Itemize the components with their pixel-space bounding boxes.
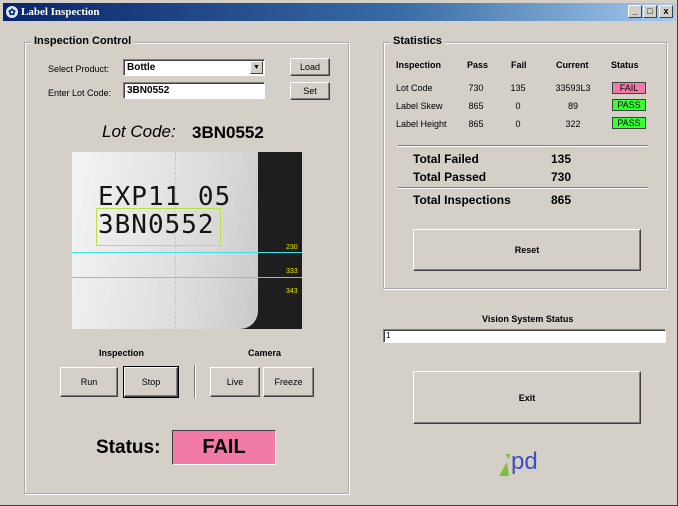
lot-code-display-value: 3BN0552 — [192, 123, 264, 142]
exit-button[interactable]: Exit — [413, 371, 641, 424]
lot-code-input-label: Enter Lot Code: — [48, 88, 112, 98]
divider — [398, 187, 648, 189]
stop-button[interactable]: Stop — [123, 366, 179, 398]
inspection-section-label: Inspection — [99, 348, 145, 358]
total-failed-label: Total Failed — [413, 152, 479, 166]
load-button[interactable]: Load — [290, 58, 330, 76]
stats-header-fail: Fail — [511, 60, 527, 70]
stats-row-current: 89 — [567, 101, 578, 111]
product-dropdown[interactable]: Bottle ▼ — [123, 59, 265, 76]
camera-section-label: Camera — [248, 348, 282, 358]
total-failed-value: 135 — [551, 152, 572, 166]
measure-line — [72, 277, 302, 278]
ipd-logo: pd — [497, 448, 557, 480]
separator — [194, 365, 196, 398]
ocr-roi-box — [96, 208, 221, 246]
status-label: Status: — [96, 437, 161, 458]
logo-text: pd — [511, 448, 538, 475]
vision-status-field: 1 — [383, 329, 666, 343]
status-badge: PASS — [612, 99, 646, 111]
product-dropdown-value: Bottle — [127, 62, 156, 73]
close-button[interactable]: x — [659, 5, 673, 18]
status-badge: FAIL — [612, 82, 646, 94]
camera-image: EXP11 05 3BN0552 230 333 343 — [72, 152, 302, 329]
stats-row-fail: 135 — [510, 83, 526, 93]
measure-value: 230 — [286, 244, 298, 251]
total-passed-value: 730 — [551, 170, 572, 184]
divider — [398, 145, 648, 147]
stats-row-fail: 0 — [515, 101, 521, 111]
total-passed-label: Total Passed — [413, 170, 487, 184]
lot-code-input[interactable]: 3BN0552 — [123, 82, 265, 99]
stats-header-status: Status — [611, 60, 639, 70]
stats-row-pass: 865 — [468, 119, 484, 129]
reset-button[interactable]: Reset — [413, 229, 641, 271]
vision-status-label: Vision System Status — [482, 314, 574, 324]
stats-header-current: Current — [556, 60, 589, 70]
stats-row-current: 322 — [565, 119, 581, 129]
title-bar: ✿ Label Inspection _ □ x — [3, 3, 676, 21]
measure-value: 343 — [286, 288, 298, 295]
lot-code-display-label: Lot Code: — [102, 122, 176, 141]
stats-row-current: 33593L3 — [555, 83, 591, 93]
stats-header-pass: Pass — [467, 60, 489, 70]
stats-header-inspection: Inspection — [396, 60, 442, 70]
total-inspections-value: 865 — [551, 193, 572, 207]
stats-row-fail: 0 — [515, 119, 521, 129]
measure-value: 333 — [286, 268, 298, 275]
logo-mark-icon — [499, 454, 510, 476]
window-title: Label Inspection — [21, 6, 100, 18]
total-inspections-label: Total Inspections — [413, 193, 511, 207]
chevron-down-icon[interactable]: ▼ — [250, 61, 263, 74]
stats-row-name: Label Skew — [396, 101, 443, 111]
select-product-label: Select Product: — [48, 64, 110, 74]
set-button[interactable]: Set — [290, 82, 330, 100]
app-window: ✿ Label Inspection _ □ x Inspection Cont… — [0, 0, 678, 506]
run-button[interactable]: Run — [60, 367, 118, 397]
minimize-button[interactable]: _ — [628, 5, 642, 18]
freeze-button[interactable]: Freeze — [263, 367, 314, 397]
status-badge: PASS — [612, 117, 646, 129]
measure-line — [72, 252, 302, 253]
status-badge: FAIL — [172, 430, 276, 465]
app-icon: ✿ — [6, 6, 18, 18]
stats-row-pass: 730 — [468, 83, 484, 93]
stats-row-pass: 865 — [468, 101, 484, 111]
maximize-button[interactable]: □ — [643, 5, 657, 18]
group-label-inspection-control: Inspection Control — [31, 35, 135, 47]
stats-row-name: Label Height — [396, 119, 447, 129]
group-label-statistics: Statistics — [390, 35, 445, 47]
stats-row-name: Lot Code — [396, 83, 433, 93]
live-button[interactable]: Live — [210, 367, 260, 397]
